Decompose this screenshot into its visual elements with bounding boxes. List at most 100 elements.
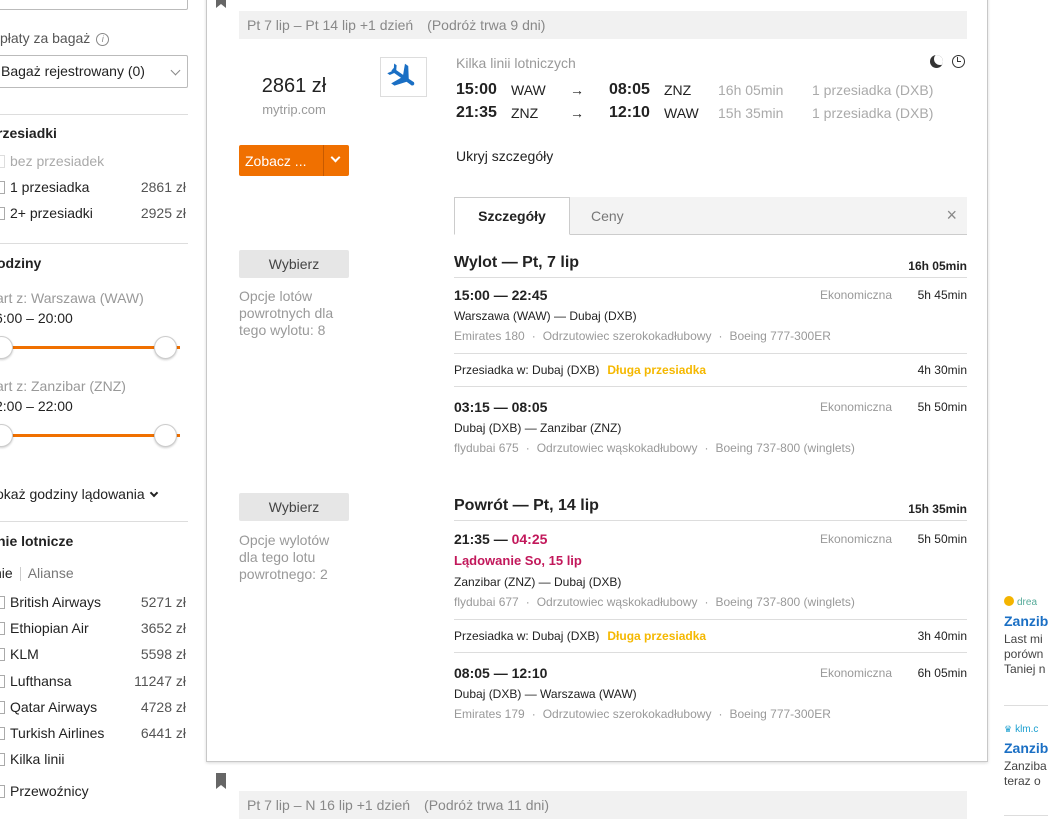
aircraft-type: Odrzutowiec szerokokadłubowy: [542, 707, 712, 721]
leg-duration: 16h 05min: [718, 82, 784, 98]
airline-filter-option[interactable]: Turkish Airlines 6441 zł: [0, 725, 186, 745]
aircraft-type: Odrzutowiec wąskokadłubowy: [536, 441, 698, 455]
option-label: Lufthansa: [10, 672, 72, 689]
tab-prices[interactable]: Ceny: [591, 208, 624, 224]
ad-text: Zanziba teraz o: [1004, 759, 1048, 789]
ad-source-text: drea: [1017, 597, 1038, 608]
option-label: 2+ przesiadki: [10, 205, 93, 221]
dep-airport: WAW: [511, 82, 546, 98]
see-deal-button[interactable]: Zobacz ...: [239, 145, 349, 176]
ad-text: Last mi porówn Taniej n: [1004, 632, 1048, 677]
trip-duration: (Podróż trwa 11 dni): [424, 797, 550, 813]
layover-text: Przesiadka w: Dubaj (DXB): [454, 629, 600, 643]
dep-time: 21:35: [456, 104, 497, 121]
bookmark-icon[interactable]: [216, 0, 226, 8]
ad-source: ♛ klm.c: [1004, 724, 1048, 735]
slider-handle-left[interactable]: [0, 424, 13, 447]
tab-details[interactable]: Szczegóły: [454, 197, 570, 235]
option-price: 5598 zł: [140, 646, 186, 663]
dep-airport: ZNZ: [511, 105, 539, 121]
outbound-options-text: Opcje lotów powrotnych dla tego wylotu: …: [239, 288, 334, 338]
button-label: Zobacz ...: [245, 153, 307, 169]
layover-duration: 4h 30min: [917, 363, 967, 377]
next-result-dates-bar[interactable]: Pt 7 lip – N 16 lip +1 dzień (Podróż trwa…: [239, 791, 967, 819]
carriers-option[interactable]: Przewoźnicy: [0, 783, 186, 803]
slider-handle-right[interactable]: [154, 424, 177, 447]
divider: [1004, 705, 1048, 706]
checkbox[interactable]: [0, 674, 5, 688]
segment-duration: 5h 45min: [917, 288, 967, 302]
top-filter-box[interactable]: [0, 0, 188, 10]
hours-heading: odziny: [0, 255, 42, 271]
return-options-text: Opcje wylotów dla tego lotu powrotnego: …: [239, 532, 330, 582]
close-icon[interactable]: ×: [946, 205, 957, 226]
stops-option-1[interactable]: 1 przesiadka 2861 zł: [0, 179, 186, 199]
tab-airlines[interactable]: nie: [0, 565, 13, 581]
divider: [1004, 815, 1048, 816]
slider-track: [0, 434, 180, 437]
arr-time: 08:05: [609, 81, 650, 98]
option-price: 6441 zł: [140, 725, 186, 741]
return-range: 2:00 – 22:00: [0, 398, 73, 414]
return-label: art z: Zanzibar (ZNZ): [0, 378, 126, 394]
checkbox[interactable]: [0, 207, 5, 220]
dep-time: 21:35 —: [454, 531, 512, 547]
airline-filter-option[interactable]: KLM 5598 zł: [0, 646, 186, 666]
ad-title[interactable]: Zanzib: [1004, 740, 1048, 756]
slider-handle-right[interactable]: [154, 336, 177, 359]
stops-heading: rzesiadki: [0, 125, 57, 141]
info-icon[interactable]: i: [96, 32, 110, 46]
checkbox[interactable]: [0, 622, 5, 636]
show-landing-times-link[interactable]: okaż godziny lądowania: [0, 486, 158, 502]
segment-route: Zanzibar (ZNZ) — Dubaj (DXB): [454, 575, 622, 589]
option-label: Qatar Airways: [10, 698, 98, 715]
section-duration: 16h 05min: [908, 259, 967, 273]
bookmark-icon[interactable]: [216, 773, 226, 789]
return-slider[interactable]: [0, 423, 190, 449]
option-price: 4728 zł: [140, 698, 186, 715]
chevron-down-icon[interactable]: [330, 152, 341, 163]
checkbox[interactable]: [0, 785, 5, 798]
ad-logo-icon: [1004, 596, 1014, 606]
flight-number: flydubai 675: [454, 441, 519, 455]
airline-filter-option[interactable]: Kilka linii: [0, 751, 186, 771]
airline-filter-option[interactable]: Lufthansa 11247 zł: [0, 673, 186, 693]
layover-row: Przesiadka w: Dubaj (DXB) Długa przesiadk…: [454, 353, 967, 387]
option-price: 11247 zł: [134, 672, 186, 689]
ad-dreamtrips[interactable]: drea Zanzib Last mi porówn Taniej n: [1004, 596, 1048, 677]
klm-crown-icon: ♛: [1004, 724, 1013, 734]
chevron-down-icon: [149, 488, 158, 498]
option-price: 2861 zł: [140, 179, 186, 195]
checkbox[interactable]: [0, 181, 5, 194]
flight-number: Emirates 179: [454, 707, 525, 721]
departure-slider[interactable]: [0, 335, 190, 361]
overnight-moon-icon: [930, 55, 943, 68]
ad-klm[interactable]: ♛ klm.c Zanzib Zanziba teraz o: [1004, 724, 1048, 789]
checkbox[interactable]: [0, 700, 5, 714]
ad-title[interactable]: Zanzib: [1004, 613, 1048, 629]
tab-alliances[interactable]: Alianse: [28, 565, 74, 581]
layover-duration: 3h 40min: [917, 629, 967, 643]
choose-outbound-button[interactable]: Wybierz: [239, 250, 349, 278]
checkbox[interactable]: [0, 648, 5, 662]
checkbox[interactable]: [0, 727, 5, 740]
cabin-class: Ekonomiczna: [819, 400, 892, 414]
checkbox[interactable]: [0, 753, 5, 767]
checkbox[interactable]: [0, 596, 5, 609]
airline-filter-option[interactable]: Qatar Airways 4728 zł: [0, 699, 186, 719]
stops-option-2plus[interactable]: 2+ przesiadki 2925 zł: [0, 205, 186, 225]
option-label: Kilka linii: [10, 751, 65, 768]
airline-name: Kilka linii lotniczych: [456, 55, 576, 71]
airline-filter-option[interactable]: British Airways 5271 zł: [0, 594, 186, 614]
ad-line: Zanziba: [1004, 759, 1047, 773]
segment: 03:15 — 08:05 Ekonomiczna 5h 50min Dubaj…: [454, 399, 967, 459]
hide-details-link[interactable]: Ukryj szczegóły: [456, 148, 553, 164]
choose-return-button[interactable]: Wybierz: [239, 493, 349, 521]
slider-handle-left[interactable]: [0, 336, 13, 359]
arr-time-next-day: 04:25: [511, 531, 548, 547]
stops-option-nonstop[interactable]: bez przesiadek: [0, 153, 186, 173]
checkbox[interactable]: [0, 155, 5, 168]
baggage-select[interactable]: Bagaż rejestrowany (0): [0, 55, 188, 88]
airline-filter-option[interactable]: Ethiopian Air 3652 zł: [0, 620, 186, 640]
arr-airport: WAW: [664, 105, 699, 121]
